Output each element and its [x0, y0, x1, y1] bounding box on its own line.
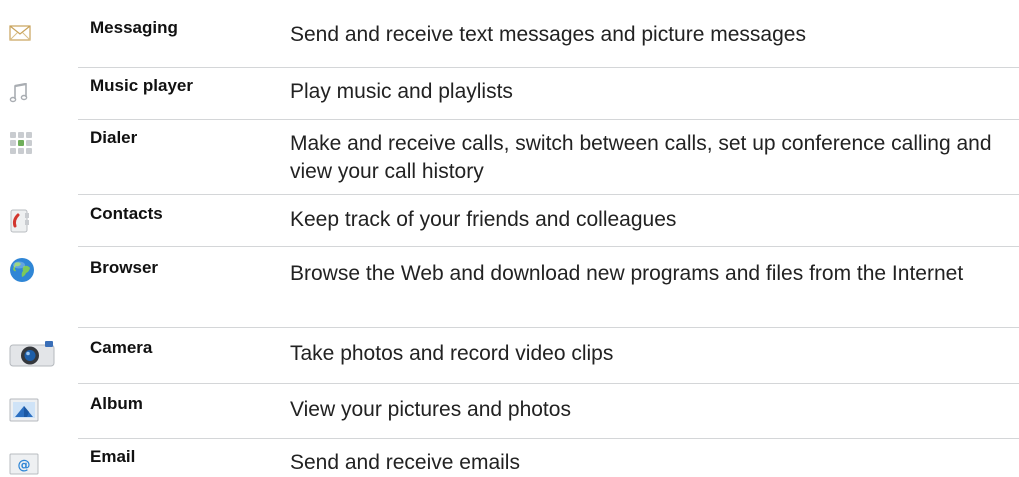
app-description-messaging: Send and receive text messages and pictu… [290, 23, 806, 46]
app-name-messaging: Messaging [90, 18, 178, 37]
table-row-camera: Camera Take photos and record video clip… [0, 328, 1019, 384]
keypad-icon [10, 132, 32, 154]
table-row-contacts: Contacts Keep track of your friends and … [0, 195, 1019, 247]
envelope-icon [9, 25, 31, 41]
app-description-browser: Browse the Web and download new programs… [290, 262, 964, 285]
globe-icon [10, 258, 34, 282]
table-row-email: @ Email Send and receive emails [0, 439, 1019, 477]
table-row-messaging: Messaging Send and receive text messages… [0, 0, 1019, 68]
camera-icon [9, 341, 55, 367]
app-name-music-player: Music player [90, 76, 193, 95]
app-description-music-player: Play music and playlists [290, 80, 513, 103]
app-description-camera: Take photos and record video clips [290, 342, 614, 365]
app-name-album: Album [90, 394, 143, 413]
app-name-email: Email [90, 447, 136, 466]
application-table: Messaging Send and receive text messages… [0, 0, 1019, 477]
table-row-album: Album View your pictures and photos [0, 384, 1019, 439]
app-name-contacts: Contacts [90, 204, 163, 223]
svg-text:@: @ [18, 458, 31, 473]
app-description-dialer: Make and receive calls, switch between c… [290, 132, 992, 183]
at-sign-icon: @ [9, 453, 39, 475]
app-description-email: Send and receive emails [290, 451, 520, 474]
app-description-album: View your pictures and photos [290, 398, 571, 421]
app-name-camera: Camera [90, 338, 153, 357]
table-row-dialer: Dialer Make and receive calls, switch be… [0, 120, 1019, 195]
table-row-browser: Browser Browse the Web and download new … [0, 247, 1019, 328]
photo-album-icon [9, 398, 39, 422]
app-description-contacts: Keep track of your friends and colleague… [290, 208, 677, 231]
music-note-icon [9, 83, 28, 103]
table-row-music-player: Music player Play music and playlists [0, 68, 1019, 120]
app-name-dialer: Dialer [90, 128, 138, 147]
phonebook-icon [10, 209, 29, 233]
app-name-browser: Browser [90, 258, 159, 277]
